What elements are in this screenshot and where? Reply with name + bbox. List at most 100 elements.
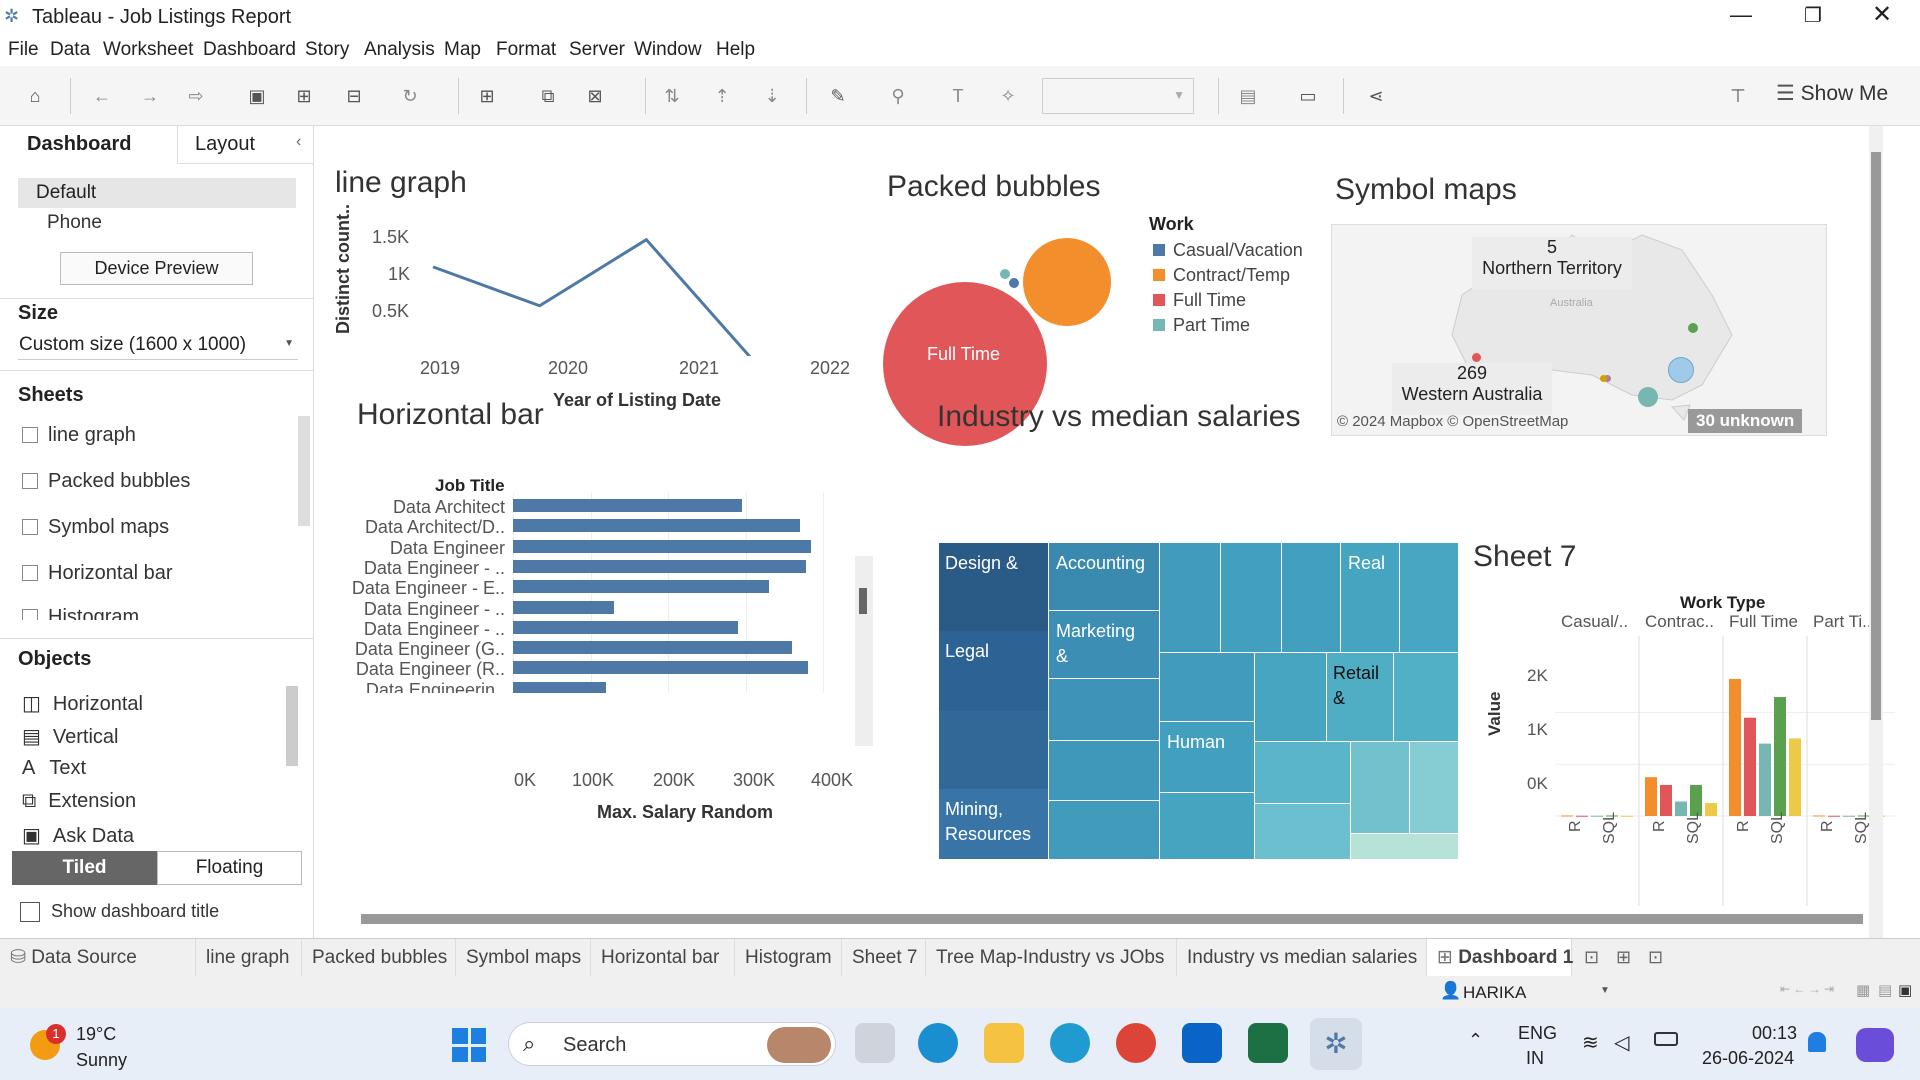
sheet-item-line-graph[interactable]: line graph [22,424,136,447]
new-dashboard-icon[interactable]: ⊞ [1616,947,1631,968]
weather-temp[interactable]: 19°C [76,1024,116,1045]
floating-button[interactable]: Floating [157,851,302,885]
sheet-item-histogram[interactable]: Histogram [22,606,139,620]
treemap-cell[interactable] [1160,653,1254,721]
sheet7-bar[interactable] [1774,697,1786,816]
presentation-icon[interactable]: ▭ [1296,84,1320,108]
map-point[interactable] [1668,357,1694,383]
start-icon[interactable] [452,1028,486,1062]
show-title-checkbox[interactable] [20,902,40,922]
tab-dashboard[interactable]: Dashboard [0,126,178,164]
menu-format[interactable]: Format [496,39,556,61]
excel-icon[interactable] [1248,1023,1288,1063]
film-view-icon[interactable]: ▣ [1898,981,1912,999]
tab-data-source[interactable]: ⛁ Data Source [0,939,196,977]
treemap-cell[interactable] [1410,742,1458,833]
pause-icon[interactable]: ⊟ [342,84,366,108]
hbar-bar[interactable] [513,681,606,693]
sheet7-bar[interactable] [1576,815,1588,817]
bubble-part-time[interactable] [1000,269,1010,279]
clock-date[interactable]: 26-06-2024 [1702,1048,1794,1069]
hbar-bar[interactable] [513,580,769,594]
tab-horizontal-bar[interactable]: Horizontal bar [591,939,735,977]
home-icon[interactable]: ⌂ [23,84,47,108]
map-point[interactable] [1688,323,1698,333]
treemap-cell[interactable] [1282,543,1340,652]
tab-symbol-maps[interactable]: Symbol maps [456,939,591,977]
tab-layout[interactable]: Layout ‹ [178,126,313,164]
unknown-badge[interactable]: 30 unknown [1688,409,1803,433]
hbar-bar[interactable] [513,539,812,553]
bubble-casual[interactable] [1009,278,1019,288]
treemap-cell-retail[interactable]: Retail & [1327,653,1393,741]
duplicate-icon[interactable]: ⧉ [536,84,560,108]
battery-icon[interactable] [1654,1032,1678,1046]
treemap-cell[interactable] [1351,834,1458,859]
sheet7-bar[interactable] [1789,738,1801,816]
sheet-item-packed-bubbles[interactable]: Packed bubbles [22,470,190,493]
objects-scrollbar[interactable] [286,686,298,766]
redo-icon[interactable]: → [138,84,162,108]
chevron-up-icon[interactable]: ⌃ [1468,1030,1483,1051]
menu-help[interactable]: Help [716,39,755,61]
tab-packed-bubbles[interactable]: Packed bubbles [302,939,456,977]
pin-icon[interactable]: ✧ [996,84,1020,108]
menu-server[interactable]: Server [569,39,625,61]
menu-map[interactable]: Map [444,39,481,61]
scroll-thumb[interactable] [1871,152,1881,720]
object-extension[interactable]: ⧉ Extension [22,790,136,813]
treemap-cell-human[interactable]: Human [1160,722,1254,792]
tab-dashboard-1[interactable]: ⊞ Dashboard 1 [1427,939,1573,977]
treemap-cell[interactable] [1255,804,1350,859]
treemap-cell[interactable] [1394,653,1458,741]
sheet7-bar[interactable] [1621,815,1633,817]
object-ask-data[interactable]: ▣ Ask Data [22,823,134,848]
hbar-bar[interactable] [513,620,738,634]
undo-icon[interactable]: ← [90,84,114,108]
refresh-icon[interactable]: ↻ [398,84,422,108]
chrome-icon[interactable] [1116,1023,1156,1063]
treemap-cell[interactable] [1255,742,1350,803]
new-story-icon[interactable]: ⊡ [1648,947,1663,968]
legend-casual[interactable]: Casual/Vacation [1153,240,1303,261]
chevron-down-icon[interactable]: ▼ [1600,985,1610,996]
sheet7-bar[interactable] [1813,815,1825,817]
hbar-bar[interactable] [513,519,800,533]
sheet7-bar[interactable] [1561,815,1573,817]
tab-histogram[interactable]: Histogram [735,939,842,977]
format-painter-icon[interactable]: ⊤ [1726,84,1750,108]
show-me-button[interactable]: ☰ Show Me [1776,81,1888,106]
hbar-bar[interactable] [513,600,614,614]
label-icon[interactable]: T [946,84,970,108]
sort-desc-icon[interactable]: ⇣ [760,84,784,108]
sheet7-bar[interactable] [1645,777,1657,816]
new-worksheet-icon[interactable]: ⊞ [475,84,499,108]
menu-dashboard[interactable]: Dashboard [203,39,296,61]
sheets-scrollbar[interactable] [298,416,310,526]
weather-desc[interactable]: Sunny [76,1050,127,1071]
menu-file[interactable]: File [8,39,39,61]
notifications-icon[interactable] [1808,1032,1826,1052]
new-worksheet-icon[interactable]: ⊡ [1584,947,1599,968]
outlook-icon[interactable] [1182,1023,1222,1063]
treemap-cell[interactable] [939,711,1048,789]
tab-tree-map[interactable]: Tree Map-Industry vs JObs [926,939,1177,977]
tab-sheet7[interactable]: Sheet 7 [842,939,926,977]
group-icon[interactable]: ⚲ [886,84,910,108]
highlight-icon[interactable]: ✎ [826,84,850,108]
vertical-scrollbar[interactable] [1869,126,1883,938]
wifi-icon[interactable]: ≋ [1582,1030,1599,1055]
clock-time[interactable]: 00:13 [1752,1023,1797,1044]
sort-asc-icon[interactable]: ⇡ [710,84,734,108]
sheet7-bar[interactable] [1705,803,1717,816]
sheet7-bar[interactable] [1759,743,1771,816]
hbar-bar[interactable] [513,499,742,512]
treemap-cell-marketing[interactable]: Marketing & [1049,611,1159,678]
hbar-bar[interactable] [513,559,806,573]
sheet7-bar[interactable] [1729,678,1741,816]
copilot-icon[interactable] [1856,1028,1894,1062]
treemap-cell[interactable] [1400,543,1458,652]
line-series[interactable] [432,237,753,356]
treemap-cell-real[interactable]: Real [1341,543,1399,652]
treemap-cell[interactable] [1255,653,1326,741]
